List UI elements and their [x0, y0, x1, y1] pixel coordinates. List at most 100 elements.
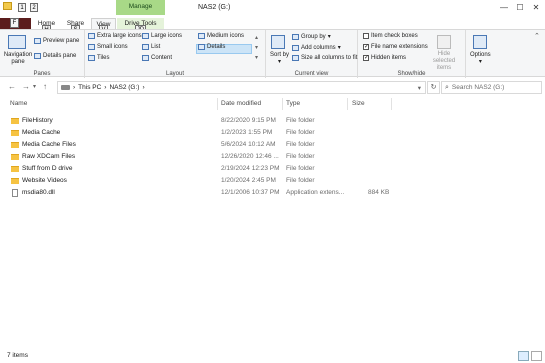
hide-selected-items-button[interactable]: Hide selected items [426, 51, 462, 72]
close-button[interactable]: ✕ [529, 1, 543, 15]
large-icons-view-icon[interactable] [531, 351, 542, 361]
list-item[interactable]: msdia80.dll 12/1/2006 10:37 PM Applicati… [0, 188, 545, 198]
folder-icon [11, 178, 19, 184]
layout-list[interactable]: List [142, 44, 160, 50]
breadcrumb-nas2[interactable]: NAS2 (G:) [109, 84, 139, 91]
hide-selected-icon [437, 35, 451, 49]
layout-tiles[interactable]: Tiles [88, 55, 109, 61]
file-type: File folder [286, 117, 315, 124]
current-view-group-label: Current view [294, 71, 329, 77]
collapse-ribbon-icon[interactable]: ⌃ [534, 32, 540, 40]
quick-access-toolbar [3, 2, 12, 10]
file-name: msdia80.dll [22, 189, 55, 196]
item-check-boxes-label: Item check boxes [371, 33, 418, 39]
options-button[interactable]: Options ▾ [470, 52, 491, 66]
hidden-items-checkbox[interactable]: ✓ [363, 55, 369, 61]
navigation-pane-button[interactable]: Navigation pane [3, 52, 33, 66]
breadcrumb-separator: › [104, 84, 107, 91]
panes-group: Navigation pane Preview pane Details pan… [0, 30, 85, 78]
chevron-down-icon: ▾ [337, 45, 341, 51]
folder-icon [11, 166, 19, 172]
column-header-name[interactable]: Name [10, 100, 27, 107]
chevron-up-icon[interactable]: ▴ [255, 34, 258, 41]
refresh-icon[interactable]: ↻ [427, 81, 440, 94]
more-icon[interactable]: ▾ [255, 54, 258, 61]
forward-icon[interactable]: → [22, 82, 30, 91]
file-type: File folder [286, 141, 315, 148]
item-count: 7 items [7, 352, 28, 359]
layout-content[interactable]: Content [142, 55, 172, 61]
preview-pane-button[interactable]: Preview pane [34, 38, 79, 44]
options-icon [473, 35, 487, 49]
search-icon: ⌕ [445, 83, 449, 91]
options-label: Options [470, 52, 491, 58]
add-columns-button[interactable]: Add columns ▾ [292, 44, 341, 51]
recent-locations-icon[interactable]: ▾ [33, 83, 36, 90]
minimize-button[interactable]: — [497, 1, 511, 15]
list-item[interactable]: Media Cache Files 5/6/2024 10:12 AM File… [0, 140, 545, 150]
layout-group-label: Layout [165, 71, 184, 77]
sort-by-button[interactable]: Sort by ▾ [270, 52, 289, 66]
group-by-button[interactable]: Group by ▾ [292, 33, 331, 40]
tiles-label: Tiles [97, 55, 110, 61]
show-hide-group: Item check boxes ✓ File name extensions … [358, 30, 466, 78]
ribbon-tabs: F Home Share View Drive Tools H S V JD [0, 18, 545, 34]
file-date: 5/6/2024 10:12 AM [221, 141, 276, 148]
column-divider[interactable] [347, 98, 348, 110]
sort-by-label: Sort by [270, 52, 290, 58]
tab-file[interactable]: F [0, 18, 31, 29]
drive-icon [61, 85, 70, 90]
layout-large-icons[interactable]: Large icons [142, 33, 182, 39]
list-item[interactable]: Website Videos 1/20/2024 2:45 PM File fo… [0, 176, 545, 186]
layout-small-icons[interactable]: Small icons [88, 44, 128, 50]
window-title: NAS2 (G:) [198, 4, 231, 11]
list-item[interactable]: FileHistory 8/22/2020 9:15 PM File folde… [0, 116, 545, 126]
layout-medium-icons[interactable]: Medium icons [198, 33, 244, 39]
details-pane-button[interactable]: Details pane [34, 53, 76, 59]
hidden-items-toggle[interactable]: ✓ Hidden items [363, 55, 406, 61]
size-all-columns-button[interactable]: Size all columns to fit [292, 55, 357, 61]
address-bar[interactable]: › This PC › NAS2 (G:) › ▾ [57, 81, 426, 94]
file-type: File folder [286, 129, 315, 136]
file-name-extensions-toggle[interactable]: ✓ File name extensions [363, 44, 428, 50]
panes-group-label: Panes [33, 71, 51, 77]
column-divider[interactable] [391, 98, 392, 110]
file-type: File folder [286, 165, 315, 172]
address-history-icon[interactable]: ▾ [418, 84, 421, 92]
extra-large-icons-label: Extra large icons [97, 33, 142, 39]
details-view-icon[interactable] [518, 351, 529, 361]
item-check-boxes-checkbox[interactable] [363, 33, 369, 39]
file-name: Media Cache [22, 129, 61, 136]
file-name: Raw XDCam Files [22, 153, 76, 160]
navigation-pane-label: Navigation pane [3, 52, 33, 65]
content-icon [142, 55, 149, 61]
folder-icon[interactable] [3, 2, 12, 10]
list-item[interactable]: Media Cache 1/2/2023 1:55 PM File folder [0, 128, 545, 138]
file-name-extensions-checkbox[interactable]: ✓ [363, 44, 369, 50]
column-divider[interactable] [217, 98, 218, 110]
column-header-date[interactable]: Date modified [221, 100, 261, 107]
list-item[interactable]: Raw XDCam Files 12/26/2020 12:46 ... Fil… [0, 152, 545, 162]
maximize-button[interactable]: ☐ [513, 1, 527, 15]
column-divider[interactable] [282, 98, 283, 110]
breadcrumb-this-pc[interactable]: This PC [78, 84, 101, 91]
up-icon[interactable]: ↑ [43, 82, 47, 91]
layout-extra-large-icons[interactable]: Extra large icons [88, 33, 142, 39]
preview-pane-label: Preview pane [43, 38, 80, 44]
layout-details[interactable]: Details [198, 44, 225, 50]
details-icon [198, 44, 205, 50]
item-check-boxes-toggle[interactable]: Item check boxes [363, 33, 418, 39]
chevron-down-icon[interactable]: ▾ [255, 44, 258, 51]
layout-gallery-scroll[interactable]: ▴ ▾ ▾ [255, 34, 258, 61]
column-header-size[interactable]: Size [352, 100, 365, 107]
folder-icon [11, 130, 19, 136]
file-date: 2/19/2024 12:23 PM [221, 165, 280, 172]
column-header-type[interactable]: Type [286, 100, 300, 107]
options-group: Options ▾ [466, 30, 496, 78]
list-item[interactable]: Stuff from D drive 2/19/2024 12:23 PM Fi… [0, 164, 545, 174]
status-bar: 7 items [0, 350, 545, 363]
folder-icon [11, 142, 19, 148]
back-icon[interactable]: ← [8, 82, 16, 91]
search-box[interactable]: ⌕ Search NAS2 (G:) [441, 81, 542, 94]
search-placeholder: Search NAS2 (G:) [451, 84, 505, 91]
